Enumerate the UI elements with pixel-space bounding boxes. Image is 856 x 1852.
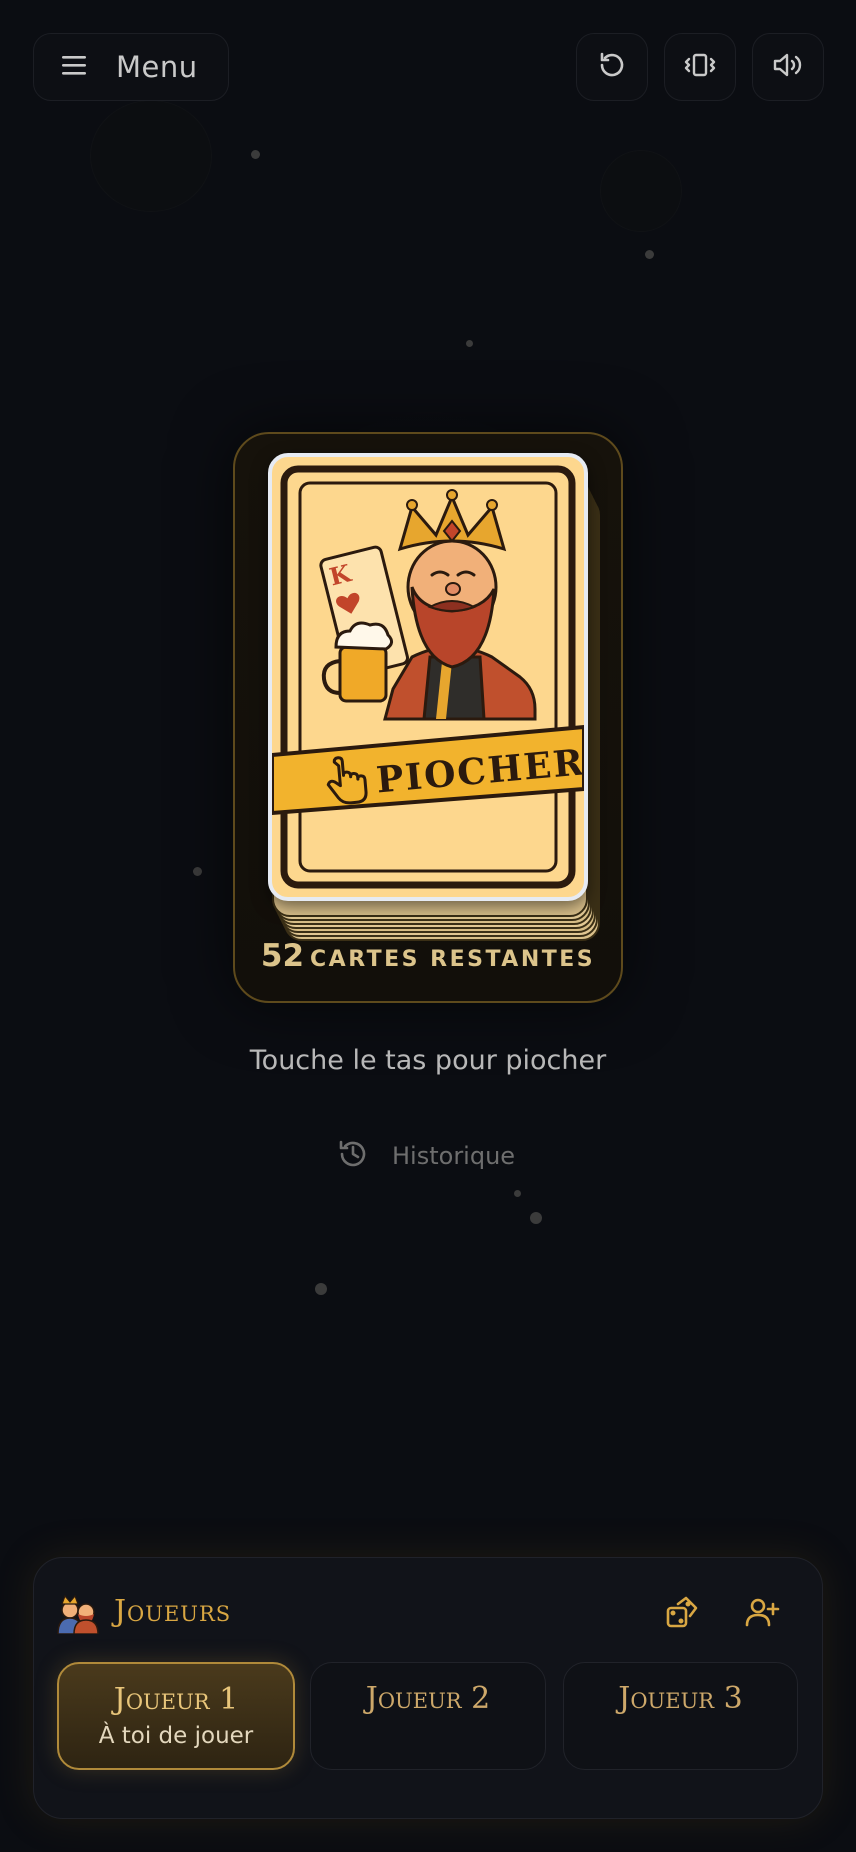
draw-pile-card[interactable]: K PIOCHER: [268, 453, 588, 901]
cards-remaining-count: 52: [260, 938, 305, 974]
background-dot: [530, 1212, 542, 1224]
player-turn-status: À toi de jouer: [98, 1723, 254, 1749]
speaker-icon: [771, 50, 805, 84]
history-label: Historique: [392, 1142, 516, 1170]
background-decor-circle: [90, 100, 212, 212]
player-card-1[interactable]: Joueur 1 À toi de jouer: [57, 1662, 295, 1770]
history-icon: [336, 1137, 370, 1175]
draw-hint: Touche le tas pour piocher: [249, 1045, 607, 1076]
menu-label: Menu: [116, 50, 198, 84]
vibrate-icon: [683, 50, 717, 84]
sound-button[interactable]: [752, 33, 824, 101]
history-button[interactable]: Historique: [336, 1136, 515, 1176]
background-dot: [193, 867, 202, 876]
reset-button[interactable]: [576, 33, 648, 101]
add-user-icon: [744, 1594, 780, 1634]
player-name: Joueur 2: [365, 1681, 491, 1716]
menu-button[interactable]: Menu: [33, 33, 229, 101]
king-card-illustration: K PIOCHER: [272, 465, 584, 889]
player-card-3[interactable]: Joueur 3: [563, 1662, 798, 1770]
players-emoji-icon: [56, 1594, 100, 1638]
background-dot: [315, 1283, 327, 1295]
background-dot: [514, 1190, 521, 1197]
vibrate-button[interactable]: [664, 33, 736, 101]
background-dot: [251, 150, 260, 159]
background-dot: [466, 340, 473, 347]
background-dot: [645, 250, 654, 259]
cards-remaining-label: CARTES RESTANTES: [310, 947, 596, 972]
random-player-button[interactable]: [654, 1590, 710, 1638]
hamburger-icon: [60, 53, 88, 81]
background-decor-circle: [600, 150, 682, 232]
reset-icon: [596, 49, 628, 85]
players-title: Joueurs: [114, 1594, 232, 1629]
player-name: Joueur 3: [618, 1681, 743, 1716]
dice-icon: [664, 1594, 700, 1634]
cards-remaining: 52 CARTES RESTANTES: [233, 938, 623, 974]
add-player-button[interactable]: [734, 1590, 790, 1638]
player-card-2[interactable]: Joueur 2: [310, 1662, 546, 1770]
player-name: Joueur 1: [113, 1682, 239, 1717]
